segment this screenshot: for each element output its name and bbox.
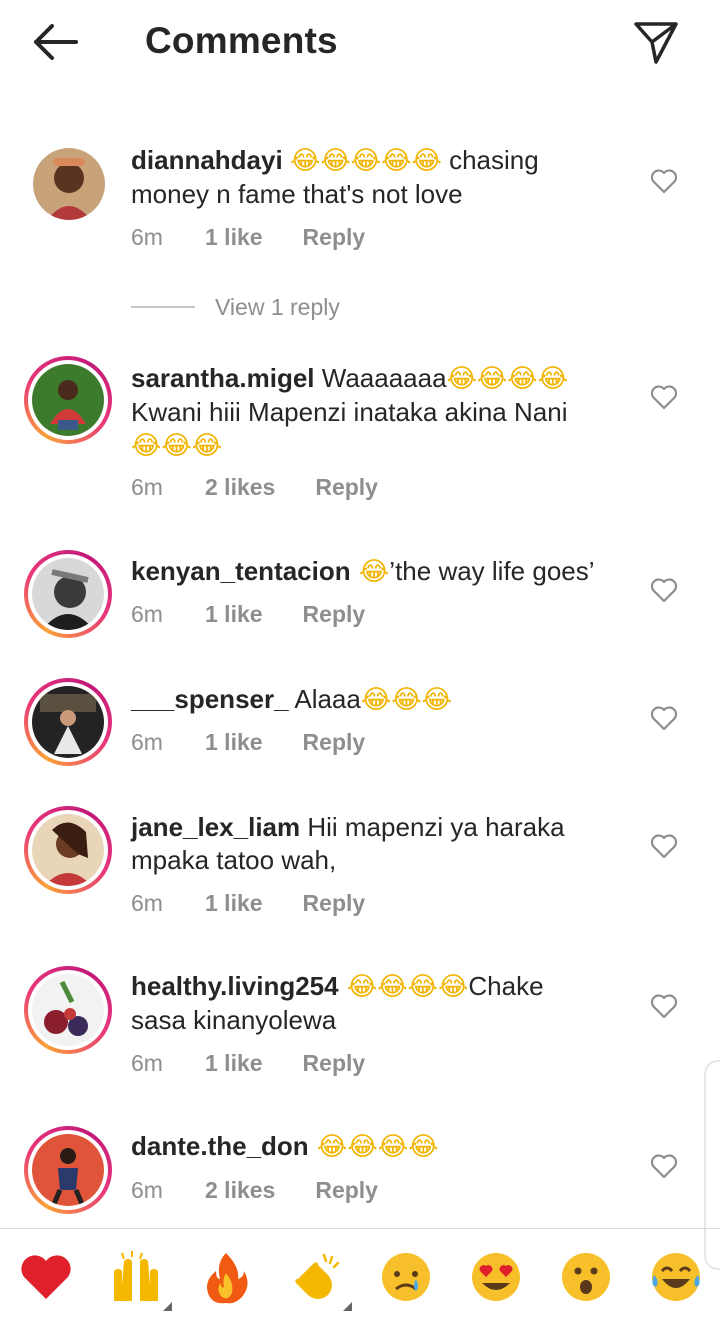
comment-body: Alaaa: [288, 684, 361, 714]
comment-time: 6m: [131, 224, 163, 250]
heart-outline-icon[interactable]: [650, 577, 678, 603]
avatar[interactable]: [32, 814, 104, 886]
comment-body: chasing: [441, 145, 539, 175]
comments-list: diannahdayi 😂😂😂😂😂 chasing money n fame t…: [0, 0, 720, 1228]
heart-outline-icon[interactable]: [650, 1153, 678, 1179]
comment-username[interactable]: ___spenser_: [131, 684, 289, 714]
like-count[interactable]: 2 likes: [205, 474, 275, 501]
like-count[interactable]: 1 like: [205, 1050, 263, 1077]
comment-text: kenyan_tentacion 😂’the way life goes’: [131, 555, 631, 589]
comment-body: Chake: [468, 971, 544, 1001]
comment-time: 6m: [131, 729, 163, 755]
emoji-text: 😂: [350, 557, 390, 587]
emoji-text: 😂😂😂😂: [338, 972, 469, 1002]
comment-username[interactable]: dante.the_don: [131, 1131, 309, 1161]
emoji-text: 😂😂😂: [360, 685, 452, 715]
comment-meta: 6m 1 like Reply: [131, 224, 365, 251]
heart-outline-icon[interactable]: [650, 168, 678, 194]
comment-username[interactable]: healthy.living254: [131, 971, 339, 1001]
comment-body: Waaaaaaa: [314, 363, 447, 393]
crying-face-icon[interactable]: [378, 1249, 434, 1305]
comment-username[interactable]: diannahdayi: [131, 145, 283, 175]
red-heart-icon[interactable]: [18, 1249, 74, 1305]
avatar[interactable]: [32, 686, 104, 758]
comment-text: sarantha.migel Waaaaaaa😂😂😂😂 Kwani hiii M…: [131, 362, 631, 463]
heart-outline-icon[interactable]: [650, 833, 678, 859]
view-replies-button[interactable]: View 1 reply: [131, 290, 340, 324]
avatar[interactable]: [32, 1134, 104, 1206]
avatar[interactable]: [33, 148, 105, 220]
avatar[interactable]: [32, 558, 104, 630]
emoji-text: 😂😂😂😂: [308, 1132, 439, 1162]
comment-body: mpaka tatoo wah,: [131, 845, 337, 875]
raising-hands-icon[interactable]: [108, 1249, 172, 1311]
comment-meta: 6m 1 like Reply: [131, 729, 365, 756]
comment-body: Kwani hiii Mapenzi inataka akina Nani: [131, 397, 568, 427]
like-count[interactable]: 2 likes: [205, 1177, 275, 1204]
tears-of-joy-icon[interactable]: [648, 1249, 704, 1305]
comment-time: 6m: [131, 601, 163, 627]
view-replies-label: View 1 reply: [215, 293, 340, 320]
like-count[interactable]: 1 like: [205, 224, 263, 251]
comment-time: 6m: [131, 890, 163, 916]
comment-username[interactable]: kenyan_tentacion: [131, 556, 351, 586]
comment-username[interactable]: sarantha.migel: [131, 363, 315, 393]
comment-text: ___spenser_ Alaaa😂😂😂: [131, 683, 631, 717]
reply-button[interactable]: Reply: [315, 1177, 378, 1204]
heart-eyes-icon[interactable]: [468, 1249, 524, 1305]
comment-body: ’the way life goes’: [389, 556, 595, 586]
comment-meta: 6m 2 likes Reply: [131, 474, 378, 501]
reply-button[interactable]: Reply: [303, 601, 366, 628]
surprised-face-icon[interactable]: [558, 1249, 614, 1305]
like-count[interactable]: 1 like: [205, 890, 263, 917]
avatar[interactable]: [32, 974, 104, 1046]
emoji-text: 😂😂😂: [131, 431, 223, 461]
comment-time: 6m: [131, 1050, 163, 1076]
heart-outline-icon[interactable]: [650, 993, 678, 1019]
comment-username[interactable]: jane_lex_liam: [131, 812, 300, 842]
divider-line: [131, 306, 195, 308]
like-count[interactable]: 1 like: [205, 601, 263, 628]
comment-meta: 6m 2 likes Reply: [131, 1177, 378, 1204]
reply-button[interactable]: Reply: [303, 729, 366, 756]
quick-reaction-bar: [0, 1229, 720, 1324]
comment-text: jane_lex_liam Hii mapenzi ya haraka mpak…: [131, 811, 631, 877]
heart-outline-icon[interactable]: [650, 705, 678, 731]
emoji-text: 😂😂😂😂: [446, 364, 569, 394]
emoji-text: 😂😂😂😂😂: [289, 146, 442, 176]
reply-button[interactable]: Reply: [303, 224, 366, 251]
avatar[interactable]: [32, 364, 104, 436]
comment-time: 6m: [131, 474, 163, 500]
comment-body: Hii mapenzi ya haraka: [300, 812, 565, 842]
clapping-hands-icon[interactable]: [288, 1249, 352, 1311]
comment-body: money n fame that's not love: [131, 179, 463, 209]
heart-outline-icon[interactable]: [650, 384, 678, 410]
reply-button[interactable]: Reply: [303, 1050, 366, 1077]
comment-text: dante.the_don 😂😂😂😂: [131, 1130, 631, 1164]
comment-meta: 6m 1 like Reply: [131, 601, 365, 628]
reply-button[interactable]: Reply: [315, 474, 378, 501]
comment-meta: 6m 1 like Reply: [131, 1050, 365, 1077]
comment-time: 6m: [131, 1177, 163, 1203]
comment-meta: 6m 1 like Reply: [131, 890, 365, 917]
reply-button[interactable]: Reply: [303, 890, 366, 917]
comment-text: healthy.living254 😂😂😂😂Chake sasa kinanyo…: [131, 970, 631, 1037]
like-count[interactable]: 1 like: [205, 729, 263, 756]
fire-icon[interactable]: [198, 1249, 254, 1305]
comment-body: sasa kinanyolewa: [131, 1005, 337, 1035]
comment-text: diannahdayi 😂😂😂😂😂 chasing money n fame t…: [131, 144, 631, 211]
